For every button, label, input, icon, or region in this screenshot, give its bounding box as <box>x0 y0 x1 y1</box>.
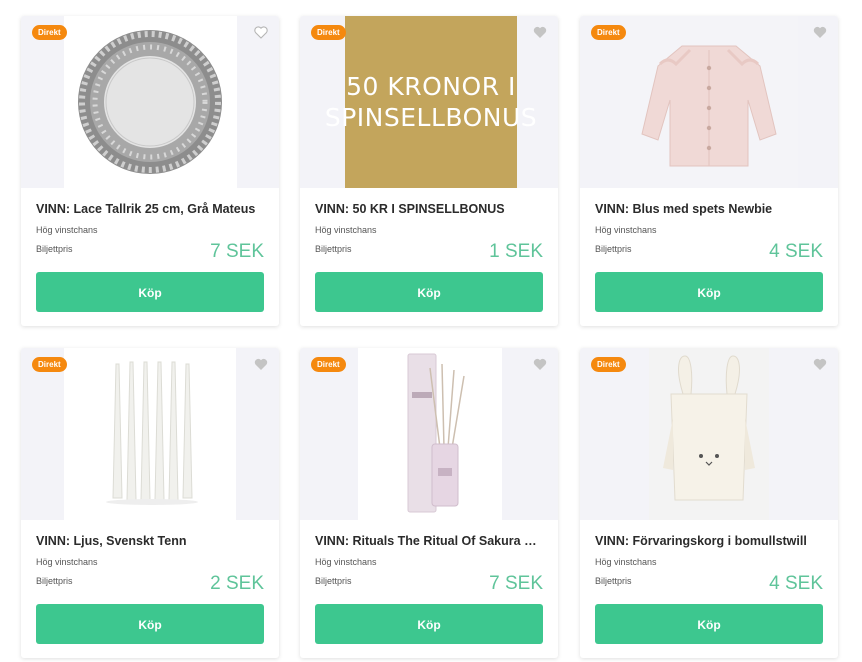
product-title[interactable]: VINN: Ljus, Svenskt Tenn <box>36 534 264 548</box>
win-chance-label: Hög vinstchans <box>595 557 657 567</box>
win-chance-label: Hög vinstchans <box>315 225 377 235</box>
direkt-badge: Direkt <box>591 25 626 40</box>
ticket-price: 4 SEK <box>769 573 823 594</box>
heart-icon[interactable] <box>254 26 268 39</box>
heart-icon[interactable] <box>533 358 547 371</box>
product-title[interactable]: VINN: Blus med spets Newbie <box>595 202 823 216</box>
product-card-spinsell-bonus[interactable]: 50 KRONOR I SPINSELLBONUS Direkt VINN: 5… <box>300 16 558 326</box>
blouse-image <box>620 16 798 188</box>
ticket-price-label: Biljettpris <box>315 244 352 254</box>
product-image-area[interactable] <box>21 16 279 188</box>
product-card-candles[interactable]: Direkt VINN: Ljus, Svenskt Tenn Hög vins… <box>21 348 279 658</box>
product-card-blouse[interactable]: Direkt VINN: Blus med spets Newbie Hög v… <box>580 16 838 326</box>
win-chance-label: Hög vinstchans <box>315 557 377 567</box>
direkt-badge: Direkt <box>311 357 346 372</box>
product-title[interactable]: VINN: Rituals The Ritual Of Sakura Fragr… <box>315 534 543 548</box>
heart-icon[interactable] <box>254 358 268 371</box>
product-image-area[interactable] <box>21 348 279 520</box>
heart-icon[interactable] <box>813 26 827 39</box>
direkt-badge: Direkt <box>591 357 626 372</box>
ticket-price-label: Biljettpris <box>36 244 73 254</box>
ticket-price: 4 SEK <box>769 241 823 262</box>
win-chance-label: Hög vinstchans <box>36 225 98 235</box>
buy-button[interactable]: Köp <box>315 272 543 312</box>
product-title[interactable]: VINN: 50 KR I SPINSELLBONUS <box>315 202 543 216</box>
buy-button[interactable]: Köp <box>36 604 264 644</box>
ticket-price-label: Biljettpris <box>315 576 352 586</box>
ticket-price-label: Biljettpris <box>36 576 73 586</box>
win-chance-label: Hög vinstchans <box>595 225 657 235</box>
product-image-area[interactable] <box>580 16 838 188</box>
ticket-price-label: Biljettpris <box>595 576 632 586</box>
product-image-area[interactable]: 50 KRONOR I SPINSELLBONUS <box>300 16 558 188</box>
product-card-lace-plate[interactable]: Direkt VINN: Lace Tallrik 25 cm, Grå Mat… <box>21 16 279 326</box>
product-title[interactable]: VINN: Förvaringskorg i bomullstwill <box>595 534 823 548</box>
product-image-area[interactable] <box>580 348 838 520</box>
buy-button[interactable]: Köp <box>36 272 264 312</box>
win-chance-label: Hög vinstchans <box>36 557 98 567</box>
buy-button[interactable]: Köp <box>595 604 823 644</box>
bonus-banner-image: 50 KRONOR I SPINSELLBONUS <box>325 16 537 188</box>
ticket-price: 7 SEK <box>210 241 264 262</box>
candles-image <box>64 348 236 520</box>
direkt-badge: Direkt <box>311 25 346 40</box>
plate-image <box>64 16 237 188</box>
product-card-basket[interactable]: Direkt VINN: Förvaringskorg i bomullstwi… <box>580 348 838 658</box>
ticket-price: 7 SEK <box>489 573 543 594</box>
heart-icon[interactable] <box>813 358 827 371</box>
buy-button[interactable]: Köp <box>595 272 823 312</box>
basket-image <box>649 348 769 520</box>
product-card-rituals[interactable]: Direkt VINN: Rituals The Ritual Of Sakur… <box>300 348 558 658</box>
diffuser-image <box>358 348 502 520</box>
direkt-badge: Direkt <box>32 357 67 372</box>
ticket-price: 2 SEK <box>210 573 264 594</box>
product-grid: Direkt VINN: Lace Tallrik 25 cm, Grå Mat… <box>0 0 862 662</box>
product-title[interactable]: VINN: Lace Tallrik 25 cm, Grå Mateus <box>36 202 264 216</box>
buy-button[interactable]: Köp <box>315 604 543 644</box>
ticket-price: 1 SEK <box>489 241 543 262</box>
product-image-area[interactable] <box>300 348 558 520</box>
direkt-badge: Direkt <box>32 25 67 40</box>
heart-icon[interactable] <box>533 26 547 39</box>
ticket-price-label: Biljettpris <box>595 244 632 254</box>
